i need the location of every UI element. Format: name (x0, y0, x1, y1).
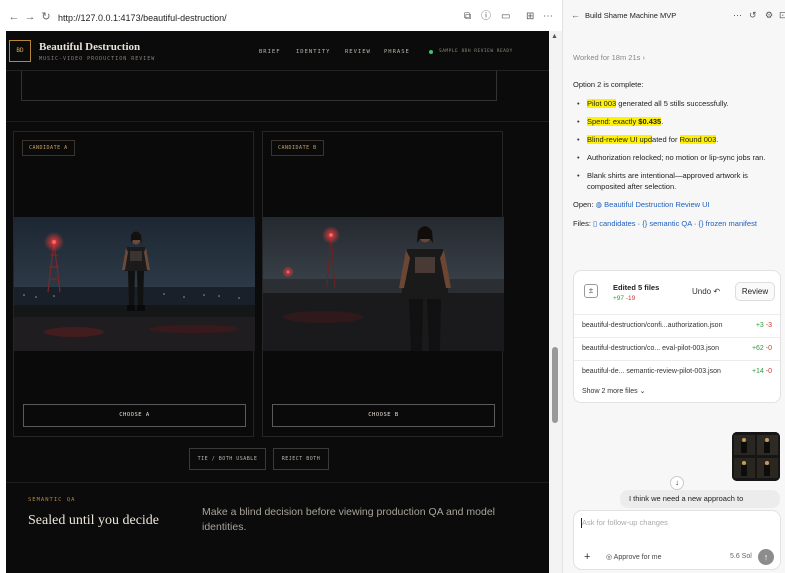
model-selector[interactable]: 5.6 Sol (730, 553, 752, 560)
attachment-thumbnail[interactable] (732, 432, 780, 481)
status-text: SAMPLE 8DH REVIEW READY (439, 49, 513, 54)
worked-duration[interactable]: Worked for 18m 21s › (573, 53, 645, 62)
edited-files-title: Edited 5 files (613, 283, 660, 292)
back-icon[interactable]: ← (8, 11, 20, 23)
diff-icon: ± (584, 284, 598, 298)
nav-review[interactable]: REVIEW (345, 49, 371, 55)
composer-input[interactable]: Ask for follow-up changes (582, 518, 668, 527)
reject-both-button[interactable]: REJECT BOTH (273, 448, 329, 470)
send-button[interactable]: ↑ (758, 549, 774, 565)
page-scrollbar[interactable]: ▲ (549, 31, 562, 573)
undo-button[interactable]: Undo ↶ (692, 287, 720, 296)
add-attachment-button[interactable]: + (584, 551, 590, 563)
divider (6, 482, 549, 483)
edited-files-stats: +97 -19 (613, 295, 636, 302)
choose-a-button[interactable]: CHOOSE A (23, 404, 246, 427)
summary-list: Pilot 003 generated all 5 stills success… (573, 98, 779, 192)
review-button[interactable]: Review (735, 282, 775, 301)
user-message: I think we need a new approach to (620, 490, 780, 508)
site-brand: Beautiful Destruction (39, 41, 141, 53)
candidate-a-still (14, 217, 255, 351)
browser-window: ← → ↻ http://127.0.0.1:4173/beautiful-de… (0, 0, 562, 573)
tie-both-usable-button[interactable]: TIE / BOTH USABLE (189, 448, 266, 470)
nav-phrase[interactable]: PHRASE (384, 49, 410, 55)
status-dot-icon (429, 50, 433, 54)
list-item: Pilot 003 generated all 5 stills success… (573, 98, 779, 109)
file-link-candidates[interactable]: candidates (599, 219, 635, 228)
candidate-a-card: CANDIDATE A CHOOSE A (13, 131, 255, 437)
nav-brief[interactable]: BRIEF (259, 49, 281, 55)
shield-icon: ◎ (606, 554, 613, 561)
forward-icon[interactable]: → (24, 11, 36, 23)
info-icon[interactable]: ⓘ (481, 11, 491, 23)
address-bar[interactable]: http://127.0.0.1:4173/beautiful-destruct… (58, 10, 458, 26)
message-intro: Option 2 is complete: (573, 80, 644, 89)
file-link-semantic-qa[interactable]: semantic QA (649, 219, 692, 228)
semantic-qa-title: Sealed until you decide (28, 513, 160, 528)
more-icon[interactable]: ⋯ (543, 11, 553, 23)
scroll-up-icon[interactable]: ▲ (551, 33, 558, 40)
chevron-down-icon: ⌄ (639, 388, 646, 395)
list-item: Authorization relocked; no motion or lip… (573, 152, 779, 163)
divider (6, 121, 549, 122)
candidate-b-badge: CANDIDATE B (271, 140, 324, 156)
web-page: BD Beautiful Destruction MUSIC-VIDEO PRO… (6, 31, 549, 573)
globe-icon: ◍ (595, 200, 603, 209)
site-logo[interactable]: BD (9, 40, 31, 62)
expand-icon[interactable]: ⊡ (779, 10, 785, 20)
list-item: Blank shirts are intentional—approved ar… (573, 170, 779, 192)
panel-title: Build Shame Machine MVP (585, 11, 677, 20)
edited-file-row[interactable]: beautiful-destruction/confi...authorizat… (574, 314, 780, 336)
settings-icon[interactable]: ⚙ (765, 10, 773, 20)
extensions-icon[interactable]: ⊞ (526, 11, 534, 23)
edited-file-row[interactable]: beautiful-destruction/co... eval-pilot-0… (574, 337, 780, 359)
composer: Ask for follow-up changes + ◎ Approve fo… (573, 510, 781, 570)
notes-textarea[interactable] (21, 71, 497, 101)
file-link-frozen-manifest[interactable]: frozen manifest (706, 219, 757, 228)
candidate-a-badge: CANDIDATE A (22, 140, 75, 156)
open-review-ui-link[interactable]: Beautiful Destruction Review UI (604, 200, 709, 209)
candidate-b-still (263, 217, 504, 351)
approve-for-me-toggle[interactable]: ◎ Approve for me (606, 553, 662, 561)
cast-icon[interactable]: ▭ (501, 11, 510, 23)
translate-icon[interactable]: ⧉ (464, 11, 471, 23)
history-icon[interactable]: ↺ (749, 10, 757, 20)
edited-file-row[interactable]: beautiful-de... semantic-review-pilot-00… (574, 360, 780, 382)
site-brand-subtitle: MUSIC-VIDEO PRODUCTION REVIEW (39, 56, 156, 62)
open-line: Open: ◍ Beautiful Destruction Review UI (573, 200, 710, 209)
semantic-qa-description: Make a blind decision before viewing pro… (202, 506, 496, 533)
files-line: Files: ▯ candidates · {} semantic QA · {… (573, 219, 757, 228)
candidate-b-card: CANDIDATE B CHOOSE B (262, 131, 504, 437)
site-header: BD Beautiful Destruction MUSIC-VIDEO PRO… (6, 31, 549, 71)
show-more-files-button[interactable]: Show 2 more files ⌄ (582, 387, 645, 395)
list-item: Spend: exactly $0.435. (573, 116, 779, 127)
browser-toolbar: ← → ↻ http://127.0.0.1:4173/beautiful-de… (0, 8, 562, 28)
file-icon: ▯ (593, 219, 598, 228)
json-icon: {} (698, 219, 704, 228)
undo-icon: ↶ (713, 287, 721, 296)
list-item: Blind-review UI updated for Round 003. (573, 134, 779, 145)
json-icon: {} (642, 219, 648, 228)
reload-icon[interactable]: ↻ (40, 11, 52, 23)
assistant-message: Option 2 is complete: Pilot 003 generate… (573, 79, 779, 237)
panel-header: ← Build Shame Machine MVP ⋯ ↺ ⚙ ⊡ (563, 0, 785, 32)
semantic-qa-label: SEMANTIC QA (28, 497, 76, 503)
nav-identity[interactable]: IDENTITY (296, 49, 331, 55)
scroll-to-bottom-button[interactable]: ↓ (670, 476, 684, 490)
back-arrow-icon[interactable]: ← (571, 10, 580, 20)
choose-b-button[interactable]: CHOOSE B (272, 404, 495, 427)
edited-files-card: ± Edited 5 files +97 -19 Undo ↶ Review b… (573, 270, 781, 403)
assistant-panel: ← Build Shame Machine MVP ⋯ ↺ ⚙ ⊡ Worked… (562, 0, 785, 573)
chevron-right-icon: › (642, 53, 645, 62)
scrollbar-thumb[interactable] (552, 347, 558, 423)
more-icon[interactable]: ⋯ (733, 10, 742, 20)
